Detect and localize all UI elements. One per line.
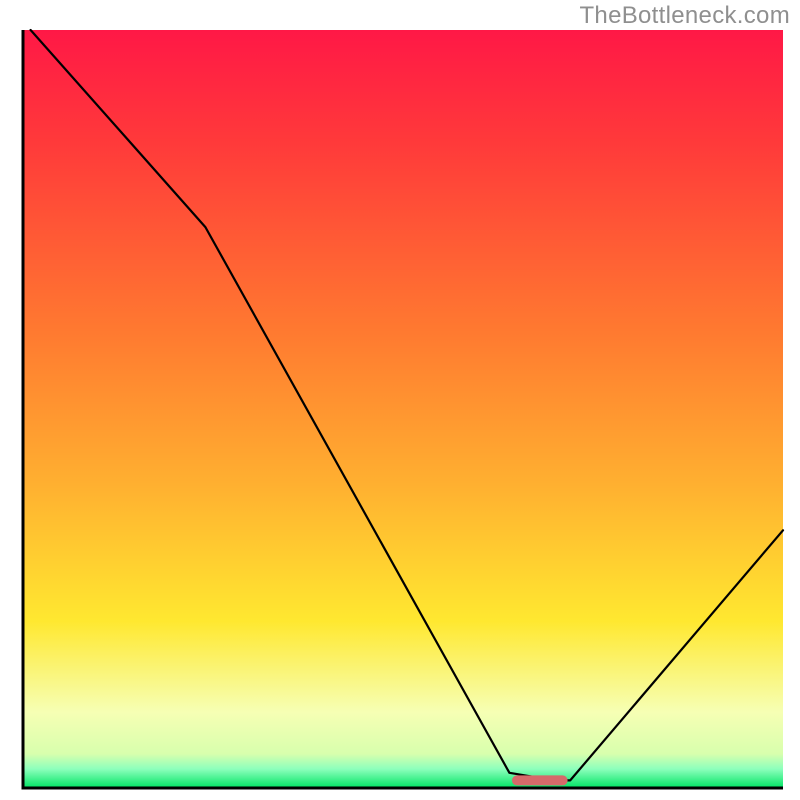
plot-background <box>23 30 783 788</box>
watermark-text: TheBottleneck.com <box>579 2 790 30</box>
bottleneck-chart <box>0 0 800 800</box>
chart-frame: TheBottleneck.com <box>0 0 800 800</box>
